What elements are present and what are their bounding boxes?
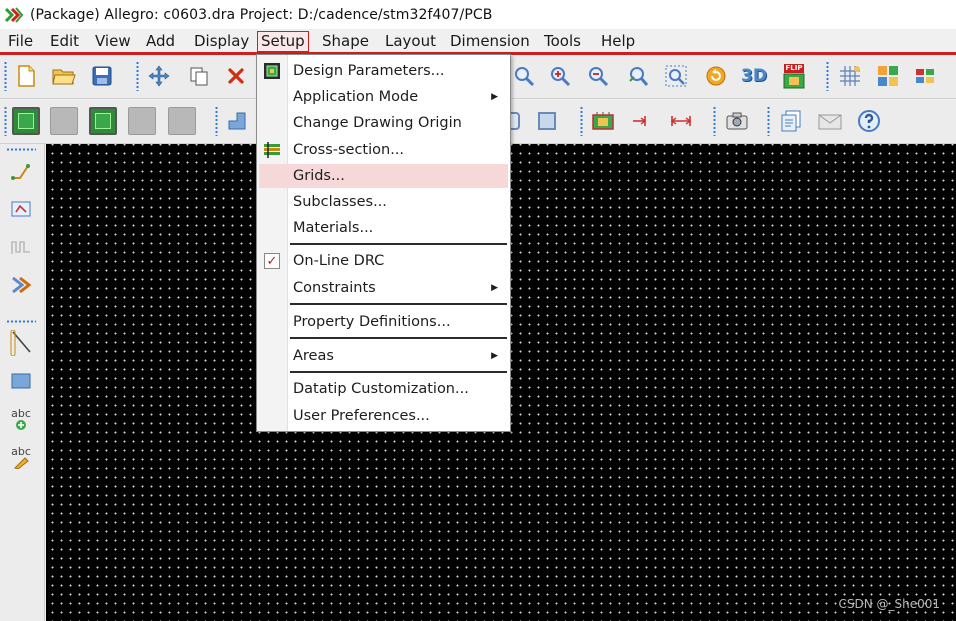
menu-item-datatip-customization[interactable]: Datatip Customization... [259, 377, 508, 401]
layer-visibility-icon[interactable] [912, 62, 940, 90]
allegro-app-icon [4, 5, 24, 25]
checkbox-checked-icon: ✓ [263, 252, 281, 270]
open-folder-icon[interactable] [50, 62, 78, 90]
menu-separator [290, 243, 507, 245]
toolbar-grip[interactable] [4, 61, 7, 91]
menu-file[interactable]: File [5, 31, 36, 52]
add-connect-icon[interactable] [6, 156, 36, 186]
3d-label: 3D [741, 66, 767, 86]
edit-text-icon[interactable]: abc [6, 442, 36, 472]
etch-layer-icon[interactable] [12, 107, 40, 135]
zoom-previous-icon[interactable] [624, 62, 652, 90]
abc-label: abc [11, 444, 31, 458]
reports-icon[interactable] [777, 107, 805, 135]
toolbar-grip[interactable] [136, 61, 139, 91]
grid-toggle-icon[interactable] [836, 62, 864, 90]
menu-item-grids[interactable]: Grids... [259, 164, 508, 188]
submenu-arrow-icon: ▶ [491, 283, 498, 293]
menu-separator [290, 371, 507, 373]
add-rectangle-icon[interactable] [6, 366, 36, 396]
menu-add[interactable]: Add [143, 31, 178, 52]
menu-item-change-drawing-origin[interactable]: Change Drawing Origin [259, 111, 508, 135]
title-bar: (Package) Allegro: c0603.dra Project: D:… [0, 0, 956, 29]
menu-bar: File Edit View Add Display Setup Shape L… [0, 29, 956, 55]
color-dialog-icon[interactable] [874, 62, 902, 90]
menu-help[interactable]: Help [598, 31, 638, 52]
save-icon[interactable] [88, 62, 116, 90]
menu-item-cross-section[interactable]: Cross-section... [259, 138, 508, 162]
measure-icon[interactable] [667, 107, 695, 135]
menu-item-online-drc[interactable]: ✓ On-Line DRC [259, 249, 508, 273]
route-layer-icon[interactable] [89, 107, 117, 135]
menu-separator [290, 303, 507, 305]
layer-button-icon[interactable] [168, 107, 196, 135]
layer-button-icon[interactable] [128, 107, 156, 135]
menu-display[interactable]: Display [191, 31, 252, 52]
layer-button-icon[interactable] [50, 107, 78, 135]
zoom-fit-icon[interactable] [510, 62, 538, 90]
zoom-out-icon[interactable] [584, 62, 612, 90]
toolbar-grip[interactable] [826, 61, 829, 91]
menu-shape[interactable]: Shape [319, 31, 372, 52]
toolbar-grip[interactable] [6, 148, 36, 151]
copy-icon[interactable] [185, 62, 213, 90]
flip-label: FLIP [783, 63, 805, 73]
menu-item-application-mode[interactable]: Application Mode ▶ [259, 85, 508, 109]
menu-item-user-preferences[interactable]: User Preferences... [259, 404, 508, 428]
toolbar-grip[interactable] [215, 106, 218, 136]
help-icon[interactable] [855, 107, 883, 135]
menu-setup[interactable]: Setup [257, 31, 309, 52]
menu-item-materials[interactable]: Materials... [259, 216, 508, 240]
3d-view-icon[interactable]: 3D [740, 62, 768, 90]
cross-section-icon [263, 141, 281, 159]
shape-fill-icon[interactable] [533, 107, 561, 135]
menu-tools[interactable]: Tools [541, 31, 584, 52]
delay-tune-icon[interactable] [6, 232, 36, 262]
zoom-world-icon[interactable] [662, 62, 690, 90]
menu-item-constraints[interactable]: Constraints ▶ [259, 276, 508, 300]
mail-icon[interactable] [816, 107, 844, 135]
menu-edit[interactable]: Edit [47, 31, 82, 52]
setup-menu-dropdown: Design Parameters... Application Mode ▶ … [256, 54, 511, 432]
camera-icon[interactable] [723, 107, 751, 135]
menu-item-design-parameters[interactable]: Design Parameters... [259, 59, 508, 83]
menu-item-property-definitions[interactable]: Property Definitions... [259, 310, 508, 334]
toolbar-grip[interactable] [4, 106, 7, 136]
move-icon[interactable] [145, 62, 173, 90]
abc-label: abc [11, 406, 31, 420]
toolbar-grip[interactable] [713, 106, 716, 136]
slide-icon[interactable] [6, 194, 36, 224]
new-file-icon[interactable] [12, 62, 40, 90]
menu-separator [290, 337, 507, 339]
menu-view[interactable]: View [92, 31, 134, 52]
submenu-arrow-icon: ▶ [491, 92, 498, 102]
dimension-icon[interactable] [628, 107, 656, 135]
add-line-icon[interactable] [6, 328, 36, 358]
window-title: (Package) Allegro: c0603.dra Project: D:… [30, 6, 493, 23]
step-shape-icon[interactable] [223, 107, 251, 135]
menu-item-areas[interactable]: Areas ▶ [259, 344, 508, 368]
submenu-arrow-icon: ▶ [491, 351, 498, 361]
menu-layout[interactable]: Layout [382, 31, 439, 52]
flip-icon[interactable]: FLIP [780, 62, 808, 90]
add-text-icon[interactable]: abc [6, 404, 36, 434]
place-component-icon[interactable] [589, 107, 617, 135]
delete-icon[interactable] [222, 62, 250, 90]
watermark: CSDN @_She001 [838, 597, 940, 611]
redraw-icon[interactable] [702, 62, 730, 90]
toolbar-grip[interactable] [767, 106, 770, 136]
toolbar-grip[interactable] [580, 106, 583, 136]
menu-item-subclasses[interactable]: Subclasses... [259, 190, 508, 214]
toolbar-grip[interactable] [6, 320, 36, 323]
route-arrow-icon[interactable] [6, 270, 36, 300]
left-toolbar: abc abc [0, 144, 45, 621]
menu-dimension[interactable]: Dimension [447, 31, 533, 52]
design-parameters-icon [263, 62, 281, 80]
zoom-in-icon[interactable] [546, 62, 574, 90]
